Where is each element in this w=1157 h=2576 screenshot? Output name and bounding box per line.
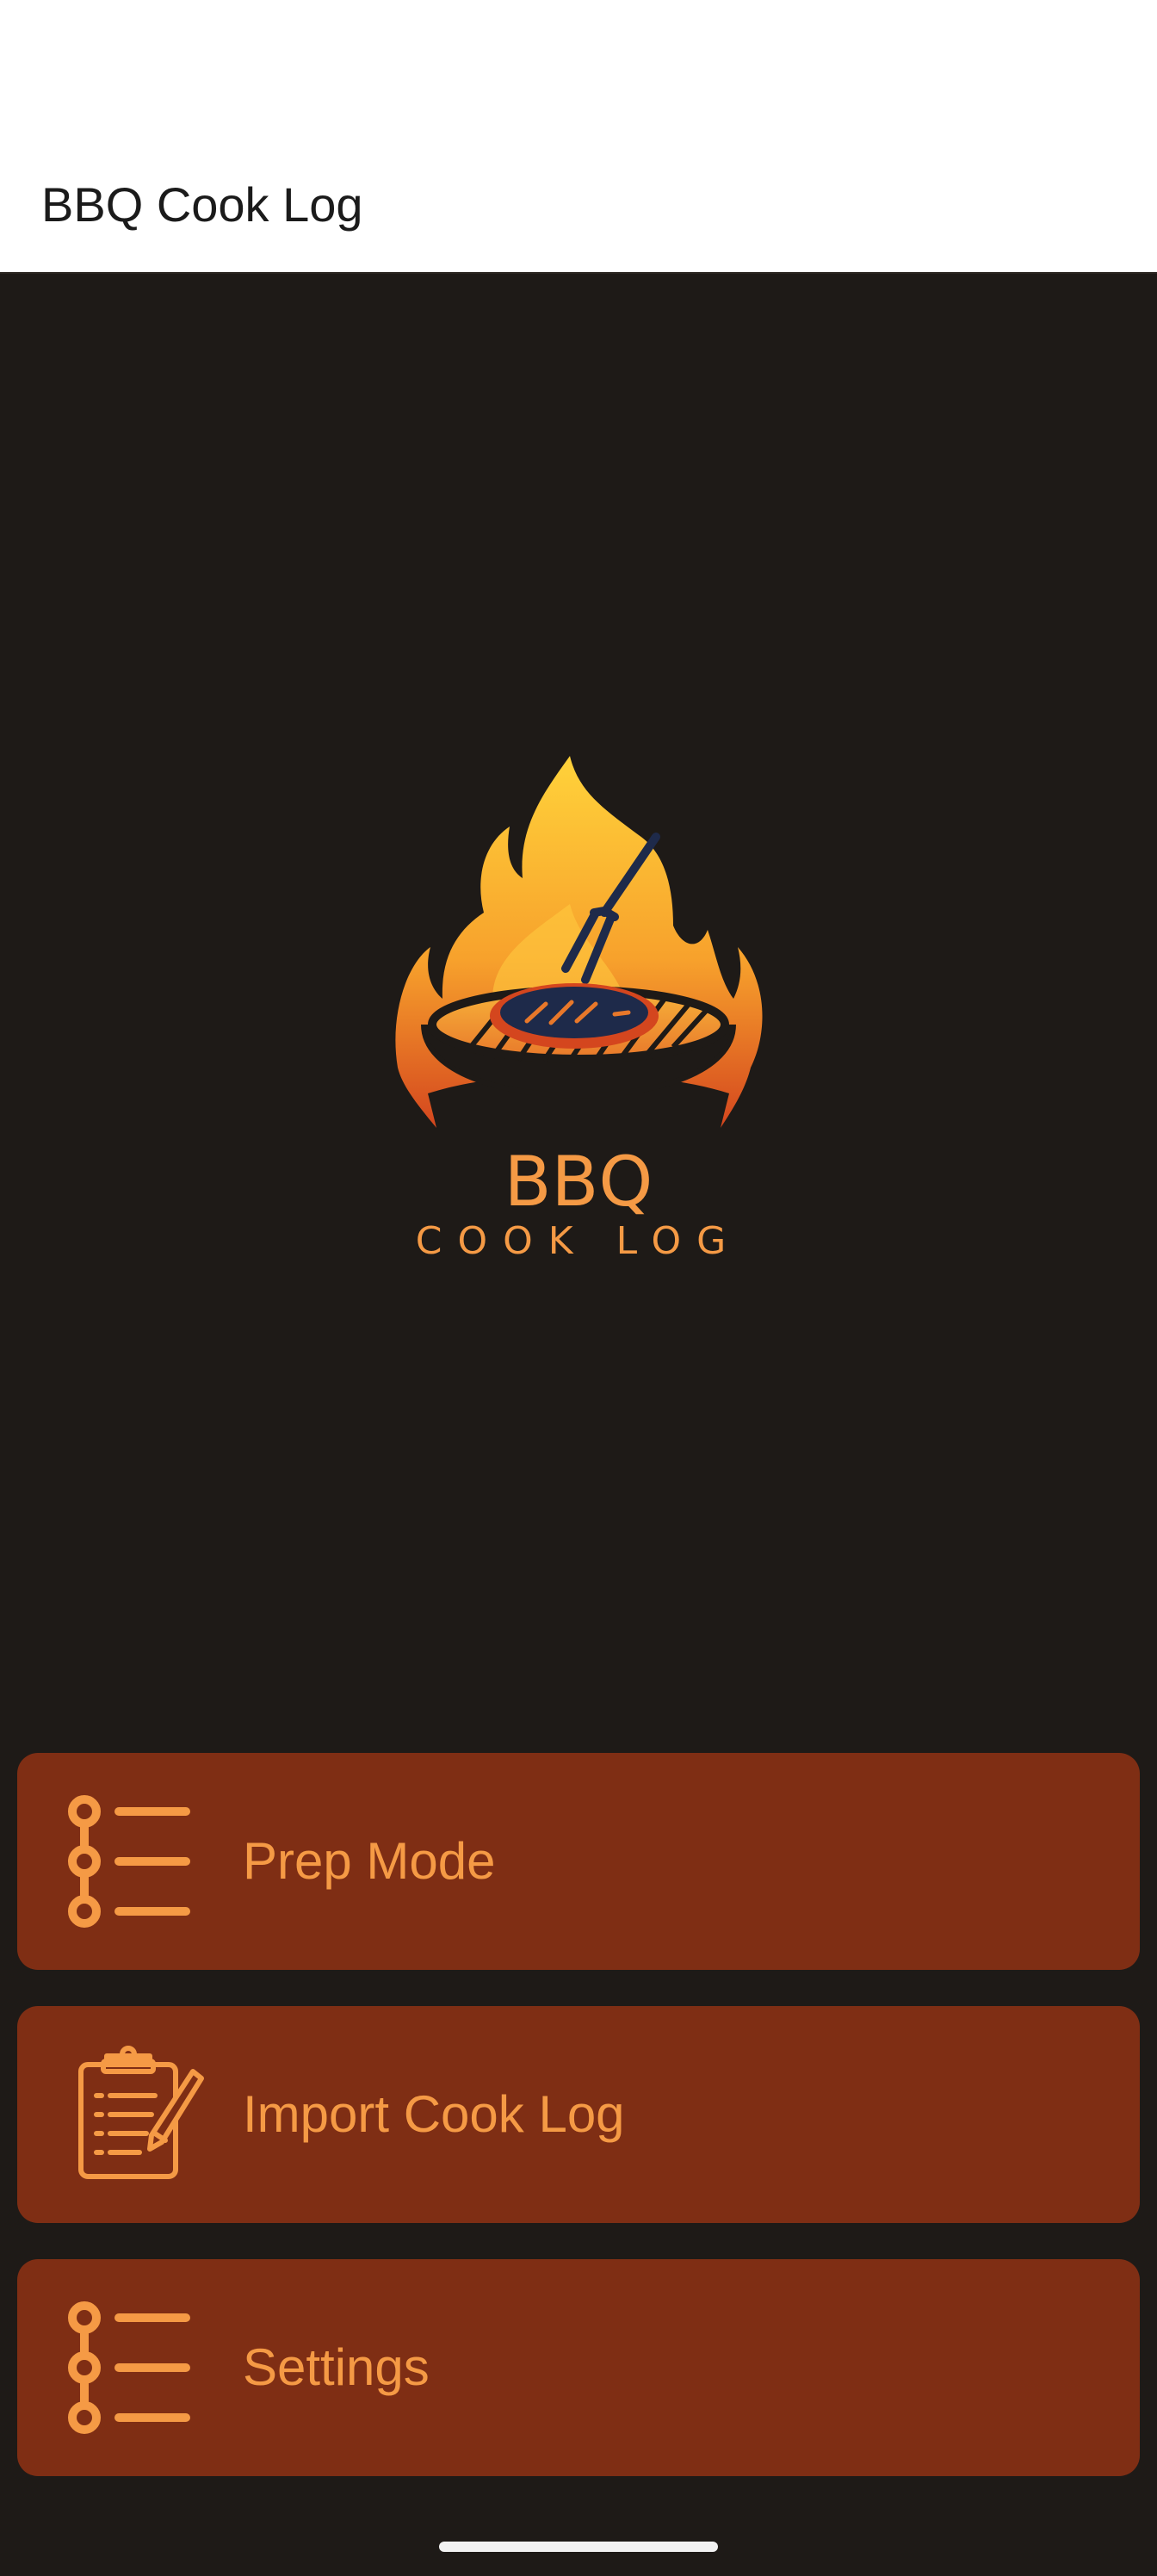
app-logo: BBQ COOK LOG: [389, 740, 768, 1274]
settings-button[interactable]: Settings: [17, 2259, 1140, 2476]
import-cook-log-label: Import Cook Log: [243, 2085, 625, 2143]
home-screen: [0, 274, 1157, 2576]
logo-text-bbq: BBQ: [504, 1142, 653, 1222]
list-bullets-icon: [65, 1793, 207, 1930]
prep-mode-button[interactable]: Prep Mode: [17, 1753, 1140, 1970]
settings-label: Settings: [243, 2338, 430, 2396]
flame-grill-logo: BBQ COOK LOG: [395, 756, 763, 1263]
app-bar: BBQ Cook Log: [0, 0, 1157, 274]
home-indicator[interactable]: [439, 2542, 718, 2552]
app-title: BBQ Cook Log: [41, 177, 363, 232]
prep-mode-label: Prep Mode: [243, 1832, 496, 1890]
import-cook-log-button[interactable]: Import Cook Log: [17, 2006, 1140, 2223]
list-bullets-icon: [65, 2299, 207, 2437]
clipboard-pencil-icon: [65, 2046, 207, 2183]
logo-text-cook-log: COOK LOG: [416, 1219, 742, 1263]
